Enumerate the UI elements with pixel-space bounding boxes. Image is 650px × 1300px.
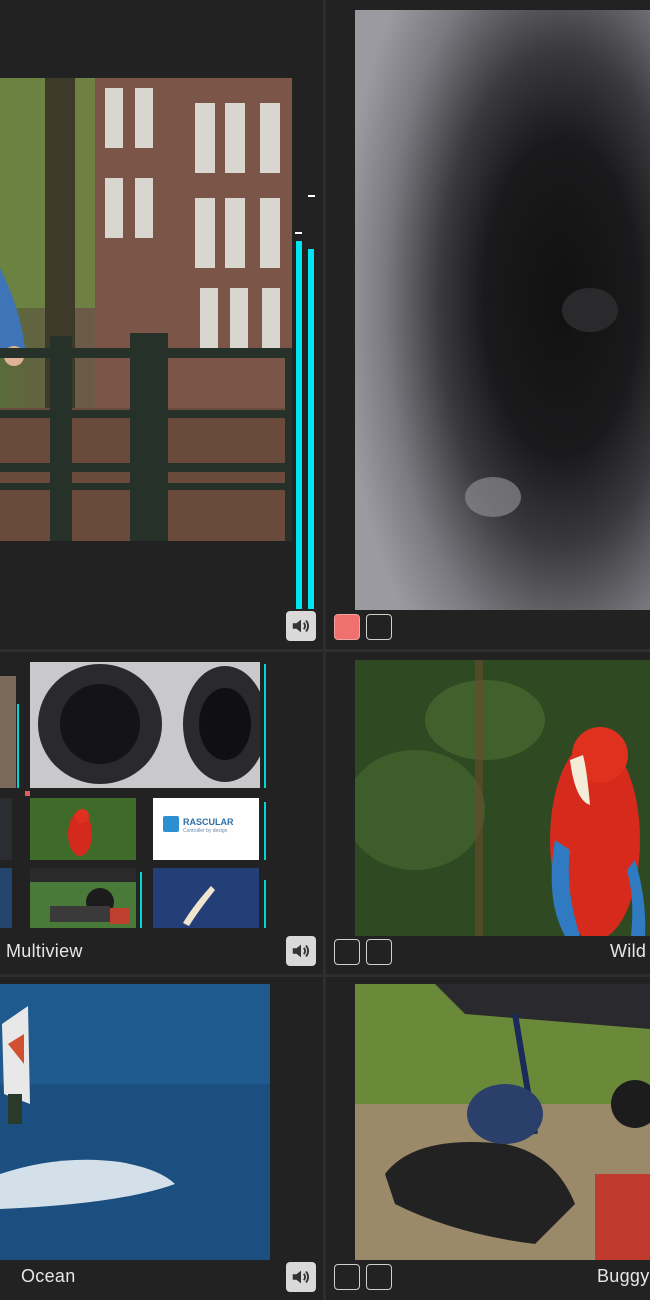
video-preview-wild bbox=[355, 660, 650, 936]
multiview-cell-7 bbox=[0, 868, 12, 928]
multiview-mini-toggle bbox=[25, 791, 30, 796]
multiview-cell-4 bbox=[0, 798, 12, 860]
speaker-icon bbox=[292, 619, 310, 633]
tile-buggy[interactable]: Buggy bbox=[326, 977, 650, 1300]
meter-peak-right bbox=[308, 195, 315, 197]
select-toggle[interactable] bbox=[366, 1264, 392, 1290]
select-toggle[interactable] bbox=[366, 614, 392, 640]
meter-peak-left bbox=[295, 232, 302, 234]
video-preview-buggy bbox=[355, 984, 650, 1260]
tile-ocean[interactable]: Ocean bbox=[0, 977, 323, 1300]
tile-amsterdam[interactable] bbox=[0, 0, 323, 649]
tile-multiview[interactable]: RASCULAR Controller by design Multiview bbox=[0, 652, 323, 974]
tile-label-buggy: Buggy bbox=[597, 1266, 650, 1286]
logo-text: RASCULAR bbox=[183, 817, 234, 827]
speaker-button[interactable] bbox=[286, 1262, 316, 1292]
multiview-cell-logo: RASCULAR Controller by design bbox=[153, 798, 259, 860]
multiview-cell-parrot bbox=[30, 798, 136, 860]
tile-speaker[interactable] bbox=[326, 0, 650, 649]
tile-label-wild: Wild bbox=[610, 941, 647, 961]
audio-meter-right bbox=[308, 249, 314, 609]
multiview-cell-speaker bbox=[30, 662, 260, 788]
tile-label-ocean: Ocean bbox=[21, 1266, 76, 1286]
multiview-cell-1 bbox=[0, 676, 16, 788]
multiview-speaker-meter bbox=[264, 664, 266, 788]
multiview-rocket-meter bbox=[264, 880, 266, 928]
speaker-button[interactable] bbox=[286, 611, 316, 641]
speaker-icon bbox=[292, 1270, 310, 1284]
multiview-cell-buggy bbox=[30, 868, 136, 928]
logo-mark-icon bbox=[163, 816, 179, 832]
select-toggle[interactable] bbox=[366, 939, 392, 965]
speaker-button[interactable] bbox=[286, 936, 316, 966]
video-preview-amsterdam bbox=[0, 78, 292, 541]
multiview-cell-1-meter bbox=[17, 704, 19, 788]
record-toggle[interactable] bbox=[334, 614, 360, 640]
tile-wild[interactable]: Wild bbox=[326, 652, 650, 974]
logo-subtext: Controller by design bbox=[183, 828, 228, 834]
multiview-logo-meter bbox=[264, 802, 266, 860]
speaker-icon bbox=[292, 944, 310, 958]
video-preview-ocean bbox=[0, 984, 270, 1260]
audio-meter-left bbox=[296, 241, 302, 609]
record-toggle[interactable] bbox=[334, 939, 360, 965]
multiview-cell-rocket bbox=[153, 868, 259, 928]
record-toggle[interactable] bbox=[334, 1264, 360, 1290]
multiview-buggy-meter bbox=[140, 872, 142, 928]
tile-label-multiview: Multiview bbox=[6, 941, 83, 961]
video-preview-speaker bbox=[355, 10, 650, 610]
